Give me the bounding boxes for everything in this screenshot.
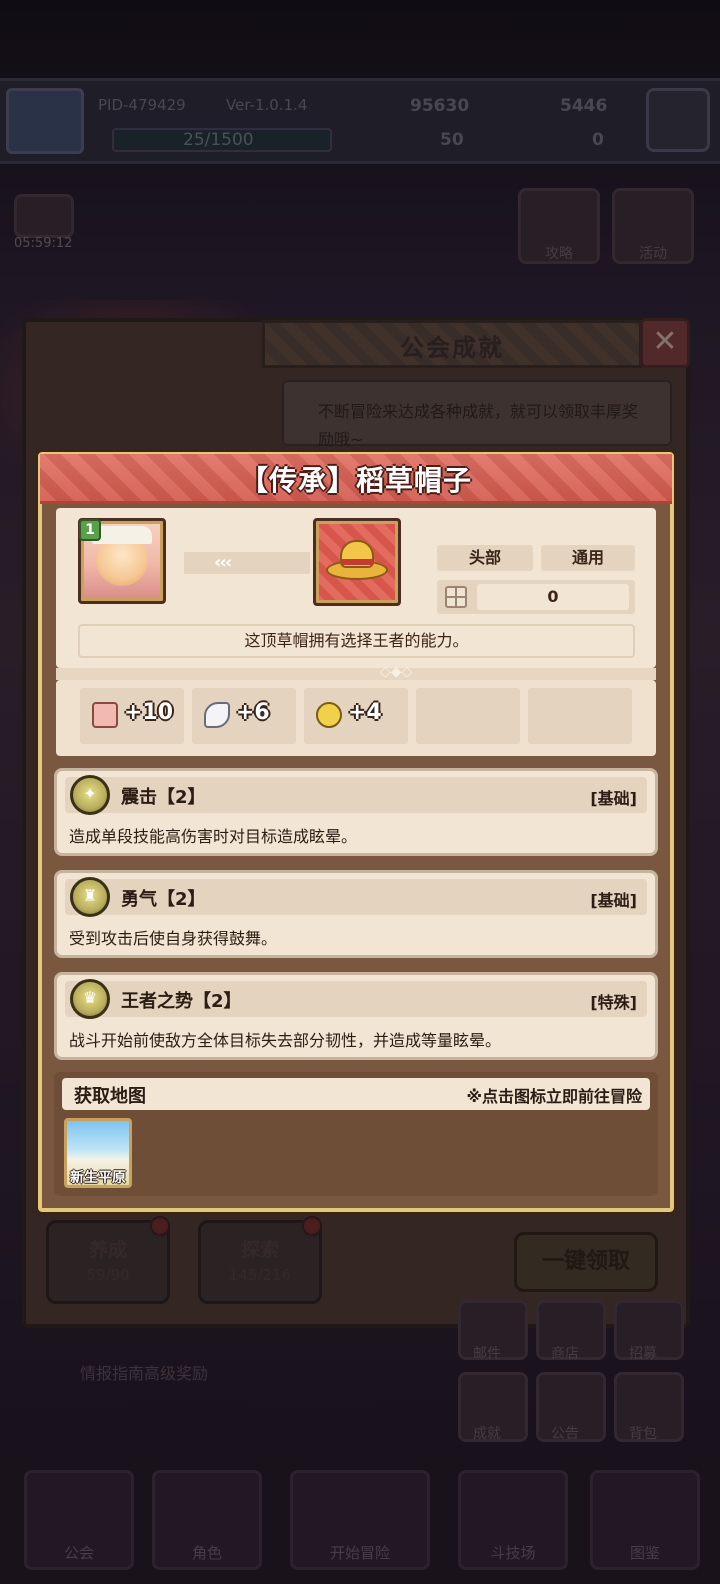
item-title: 【传承】稻草帽子 [239, 464, 472, 497]
skill-type: [基础] [590, 789, 637, 808]
price-value: 0 [477, 584, 629, 610]
stat-value: +10 [124, 700, 174, 725]
skill-name: 震击【2】 [121, 787, 206, 808]
stat-slot: +4 [304, 688, 408, 744]
stat-slot-empty [416, 688, 520, 744]
stopwatch-icon [316, 702, 342, 728]
shock-skill-icon: ✦ [70, 775, 110, 815]
item-description: 这顶草帽拥有选择王者的能力。 [78, 624, 635, 658]
stat-slot: +6 [192, 688, 296, 744]
skill-card: ✦ 震击【2】 [基础] 造成单段技能高伤害时对目标造成眩晕。 [54, 768, 658, 856]
skill-name: 王者之势【2】 [121, 991, 242, 1012]
skill-name: 勇气【2】 [121, 889, 206, 910]
slot-tag: 头部 [437, 545, 533, 571]
map-section-hint: ※点击图标立即前往冒险 [466, 1087, 642, 1106]
fist-icon [92, 702, 118, 728]
stat-value: +6 [236, 700, 270, 725]
ornament-divider: ◇◆◇ [56, 664, 656, 680]
king-skill-icon: ♛ [70, 979, 110, 1019]
skill-header: ✦ 震击【2】 [基础] [65, 775, 647, 815]
map-section-title: 获取地图 [74, 1086, 146, 1107]
transfer-arrows-icon: ‹‹‹ [184, 552, 310, 574]
wing-icon [204, 702, 230, 728]
skill-card: ♜ 勇气【2】 [基础] 受到攻击后使自身获得鼓舞。 [54, 870, 658, 958]
map-section-header: 获取地图 ※点击图标立即前往冒险 [62, 1078, 650, 1110]
skill-type: [基础] [590, 891, 637, 910]
stat-value: +4 [348, 700, 382, 725]
hero-level-badge: 1 [79, 519, 101, 541]
skill-header: ♜ 勇气【2】 [基础] [65, 877, 647, 917]
courage-skill-icon: ♜ [70, 877, 110, 917]
skill-card: ♛ 王者之势【2】 [特殊] 战斗开始前使敌方全体目标失去部分韧性，并造成等量眩… [54, 972, 658, 1060]
skill-type: [特殊] [590, 993, 637, 1012]
skill-description: 战斗开始前使敌方全体目标失去部分韧性，并造成等量眩晕。 [69, 1031, 502, 1050]
straw-hat-band [341, 559, 373, 565]
map-label[interactable]: 新生平原 [64, 1167, 132, 1187]
class-tag: 通用 [541, 545, 635, 571]
skill-description: 造成单段技能高伤害时对目标造成眩晕。 [69, 827, 358, 846]
stat-slot: +10 [80, 688, 184, 744]
grid-icon [445, 586, 467, 608]
skill-header: ♛ 王者之势【2】 [特殊] [65, 979, 647, 1019]
stat-slot-empty [528, 688, 632, 744]
hero-hat-icon [92, 526, 152, 544]
skill-description: 受到攻击后使自身获得鼓舞。 [69, 929, 278, 948]
